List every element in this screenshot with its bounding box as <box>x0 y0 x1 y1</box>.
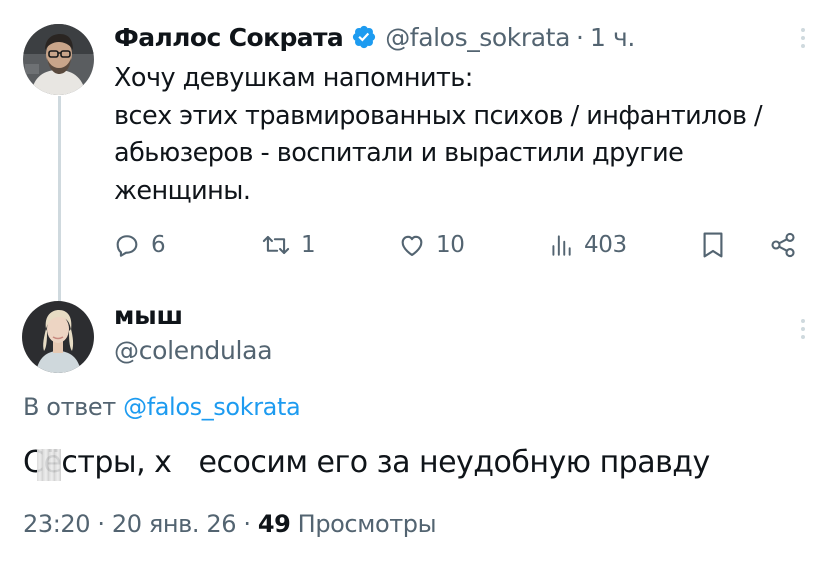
reply-views-label: Просмотры <box>297 510 437 538</box>
tweet-text: Хочу девушкам напомнить: всех этих травм… <box>114 60 814 210</box>
like-button[interactable]: 10 <box>398 226 465 264</box>
separator-dot: · <box>576 22 584 52</box>
tweet-text-line: всех этих травмированных психов / инфант… <box>114 100 763 131</box>
in-reply-to-mention[interactable]: @falos_sokrata <box>123 393 301 421</box>
retweet-icon <box>262 235 290 255</box>
tweet-header: Фаллос Сократа @falos_sokrata · 1 ч. <box>114 20 635 54</box>
tweet-actions: 6 1 10 403 <box>113 226 803 264</box>
reply-text: Сёстры, х есосим его за неудобную правду <box>23 445 710 481</box>
reply-time[interactable]: 23:20 <box>23 510 91 538</box>
more-options-icon[interactable] <box>800 26 806 50</box>
tweet-text-line: женщины. <box>114 175 251 206</box>
retweet-count: 1 <box>301 232 316 258</box>
in-reply-to-prefix: В ответ <box>23 393 116 421</box>
views-button[interactable]: 403 <box>548 226 627 264</box>
reply-count: 6 <box>151 232 166 258</box>
in-reply-to: В ответ @falos_sokrata <box>23 393 301 421</box>
tweet-time[interactable]: 1 ч. <box>590 23 635 52</box>
reply-author-handle[interactable]: @colendulaa <box>114 336 273 365</box>
bookmark-icon <box>703 232 723 258</box>
tweet-text-line: абьюзеров - воспитали и вырастили другие <box>114 138 684 168</box>
reply-author-display-name[interactable]: мыш <box>114 301 183 330</box>
bookmark-button[interactable] <box>701 226 725 264</box>
reply-text-content: Сёстры, х есосим его за неудобную правду <box>23 445 710 481</box>
reply-more-options-icon[interactable] <box>800 317 806 341</box>
reply-views-count: 49 <box>257 510 291 538</box>
reply-meta: 23:20 · 20 янв. 26 · 49 Просмотры <box>23 510 437 538</box>
separator-dot: · <box>243 510 251 538</box>
thread-connector-line <box>58 96 61 302</box>
reply-date[interactable]: 20 янв. 26 <box>112 510 237 538</box>
reply-icon <box>116 235 138 257</box>
views-count: 403 <box>584 232 627 258</box>
tweet-text-line: Хочу девушкам напомнить: <box>114 63 473 93</box>
reply-author-avatar[interactable] <box>22 301 94 373</box>
analytics-icon <box>552 235 571 256</box>
verified-badge-icon <box>351 24 377 50</box>
share-icon <box>771 232 795 258</box>
author-handle[interactable]: @falos_sokrata <box>385 23 570 52</box>
heart-icon <box>401 235 423 256</box>
like-count: 10 <box>436 232 465 258</box>
separator-dot: · <box>97 510 105 538</box>
author-avatar[interactable] <box>23 24 94 95</box>
retweet-button[interactable]: 1 <box>261 226 316 264</box>
share-button[interactable] <box>769 226 797 264</box>
author-display-name[interactable]: Фаллос Сократа <box>114 23 344 52</box>
reply-button[interactable]: 6 <box>113 226 166 264</box>
